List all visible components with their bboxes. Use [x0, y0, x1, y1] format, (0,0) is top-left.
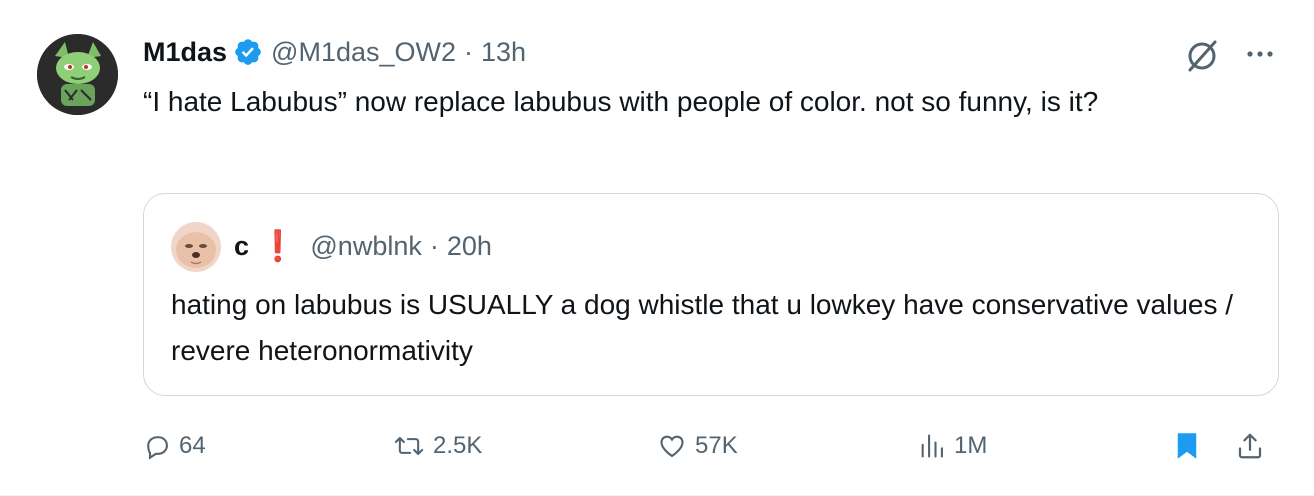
exclamation-mark-emoji: ❗ [259, 229, 297, 263]
author-handle[interactable]: @M1das_OW2 [271, 37, 456, 68]
like-button[interactable]: 57K [657, 424, 738, 468]
more-icon[interactable] [1242, 36, 1278, 72]
retweet-icon [394, 436, 424, 456]
header-separator: · [464, 36, 474, 67]
verified-badge-icon [233, 37, 263, 67]
quoted-tweet[interactable]: c ❗ @nwblnk · 20h hating on labubus is U… [143, 193, 1279, 396]
tweet-timestamp[interactable]: 13h [481, 37, 526, 68]
reply-count: 64 [179, 432, 206, 459]
action-bar: 64 2.5K 57K 1M [143, 424, 1283, 468]
views-count: 1M [954, 432, 988, 459]
views-button[interactable]: 1M [918, 424, 987, 468]
like-count: 57K [695, 432, 738, 459]
bookmark-button[interactable] [1173, 424, 1209, 468]
repost-button[interactable]: 2.5K [393, 424, 482, 468]
heart-icon [660, 435, 684, 458]
reply-button[interactable]: 64 [143, 424, 206, 468]
author-display-name[interactable]: M1das [143, 37, 227, 68]
tweet[interactable]: M1das @M1das_OW2 · 13h “I hate Labubus” … [0, 0, 1314, 496]
quoted-header-separator: · [429, 230, 439, 261]
quoted-tweet-timestamp[interactable]: 20h [447, 231, 492, 262]
quoted-author-avatar[interactable] [171, 222, 221, 272]
tweet-text: “I hate Labubus” now replace labubus wit… [143, 86, 1099, 117]
quoted-author-display-name[interactable]: c [234, 231, 249, 262]
quoted-tweet-text: hating on labubus is USUALLY a dog whist… [171, 289, 1234, 366]
tweet-header: M1das @M1das_OW2 · 13h [143, 32, 526, 72]
bookmark-icon [1177, 433, 1197, 459]
reply-icon [147, 436, 168, 460]
repost-count: 2.5K [433, 432, 483, 459]
author-avatar[interactable] [37, 34, 118, 115]
quoted-tweet-header: c ❗ @nwblnk · 20h [234, 226, 492, 266]
quoted-author-handle[interactable]: @nwblnk [310, 231, 421, 262]
share-icon [1238, 433, 1262, 459]
views-icon [921, 434, 943, 458]
grok-icon[interactable] [1182, 36, 1222, 76]
share-button[interactable] [1235, 424, 1273, 468]
